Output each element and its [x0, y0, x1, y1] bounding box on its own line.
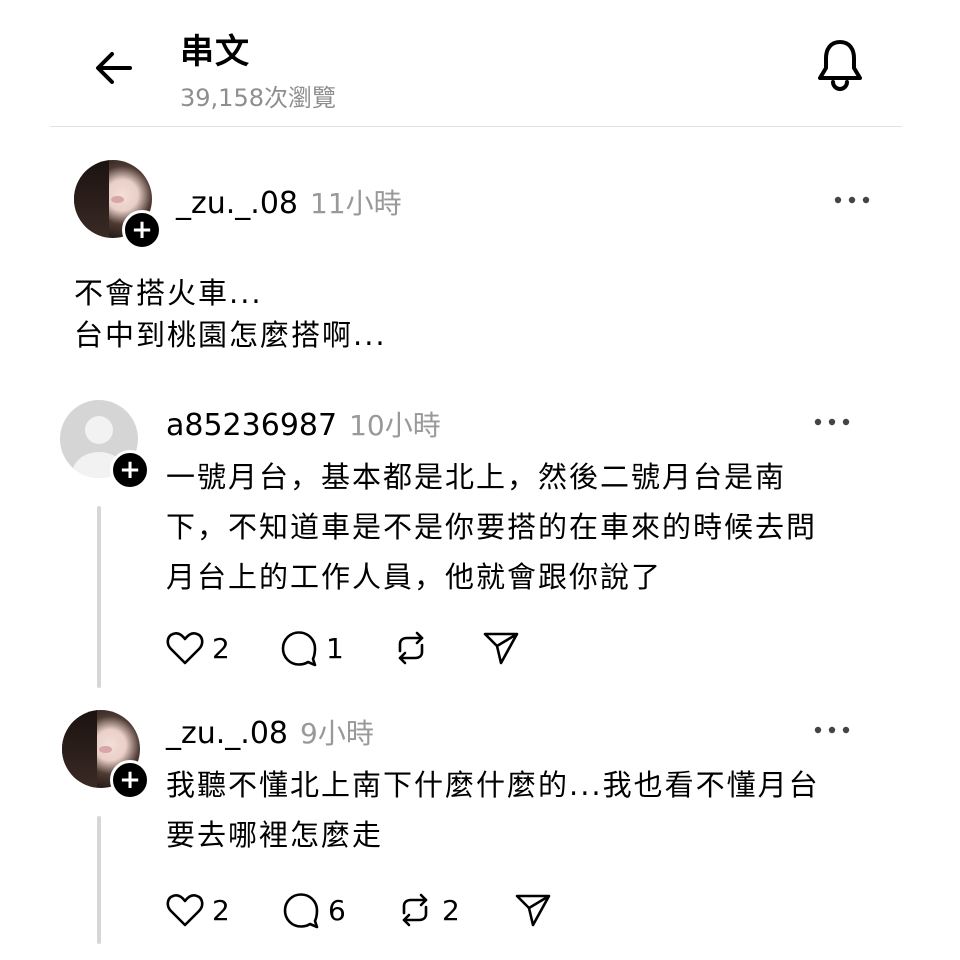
notification-button[interactable] — [812, 36, 868, 94]
reply-time: 9小時 — [300, 717, 374, 750]
view-count: 39,158次瀏覽 — [180, 84, 336, 112]
post-time: 11小時 — [310, 187, 402, 220]
repost-icon — [402, 893, 428, 927]
plus-icon: + — [131, 215, 153, 245]
reply-username[interactable]: a85236987 — [166, 408, 337, 443]
reply-line: 我聽不懂北上南下什麼什麼的...我也看不懂月台 — [166, 768, 820, 802]
like-count: 2 — [212, 893, 230, 927]
reply-more-button[interactable] — [812, 722, 852, 736]
comment-count: 6 — [328, 893, 346, 927]
post-more-button[interactable] — [832, 192, 872, 206]
bell-icon — [818, 40, 862, 91]
header-divider — [50, 126, 902, 127]
repost-count: 2 — [442, 893, 460, 927]
thread-line — [97, 816, 101, 944]
follow-button[interactable]: + — [110, 450, 150, 490]
reply-time: 10小時 — [349, 409, 441, 442]
reply-meta: a85236987 10小時 — [166, 404, 441, 444]
reply-meta: _zu._.08 9小時 — [166, 712, 374, 752]
post-username[interactable]: _zu._.08 — [176, 186, 298, 221]
reply-line: 一號月台，基本都是北上，然後二號月台是南 — [166, 460, 787, 494]
comment-button[interactable]: 1 — [280, 628, 344, 668]
share-button[interactable] — [514, 890, 552, 930]
reply-line: 月台上的工作人員，他就會跟你說了 — [166, 560, 663, 594]
reply-body: 我聽不懂北上南下什麼什麼的...我也看不懂月台 要去哪裡怎麼走 — [166, 760, 820, 860]
reply-line: 要去哪裡怎麼走 — [166, 818, 384, 852]
post-line: 台中到桃園怎麼搭啊... — [74, 318, 387, 352]
like-button[interactable]: 2 — [166, 890, 230, 930]
plus-icon: + — [119, 765, 141, 795]
heart-icon — [166, 894, 204, 927]
like-count: 2 — [212, 631, 230, 665]
repost-button[interactable]: 2 — [396, 890, 460, 930]
thread-line — [97, 506, 101, 688]
comment-button[interactable]: 6 — [282, 890, 346, 930]
arrow-left-icon — [96, 52, 132, 84]
post-body: 不會搭火車... 台中到桃園怎麼搭啊... — [74, 272, 387, 356]
send-icon — [515, 894, 551, 927]
follow-button[interactable]: + — [122, 210, 162, 250]
more-horizontal-icon — [814, 418, 850, 426]
comment-icon — [281, 631, 317, 667]
more-horizontal-icon — [834, 196, 870, 204]
like-button[interactable]: 2 — [166, 628, 230, 668]
reply-body: 一號月台，基本都是北上，然後二號月台是南 下，不知道車是不是你要搭的在車來的時候… — [166, 452, 817, 602]
back-button[interactable] — [88, 42, 140, 94]
repost-button[interactable] — [392, 628, 438, 668]
reply-line: 下，不知道車是不是你要搭的在車來的時候去問 — [166, 510, 818, 544]
reply-username[interactable]: _zu._.08 — [166, 716, 288, 751]
reply-more-button[interactable] — [812, 414, 852, 428]
more-horizontal-icon — [814, 726, 850, 734]
plus-icon: + — [119, 455, 141, 485]
follow-button[interactable]: + — [110, 760, 150, 800]
comment-icon — [283, 893, 319, 929]
post-meta: _zu._.08 11小時 — [176, 182, 402, 222]
comment-count: 1 — [326, 631, 344, 665]
heart-icon — [166, 632, 204, 665]
send-icon — [483, 632, 519, 665]
share-button[interactable] — [482, 628, 520, 668]
page-title: 串文 — [180, 32, 250, 72]
post-line: 不會搭火車... — [74, 276, 263, 310]
repost-icon — [398, 631, 424, 665]
